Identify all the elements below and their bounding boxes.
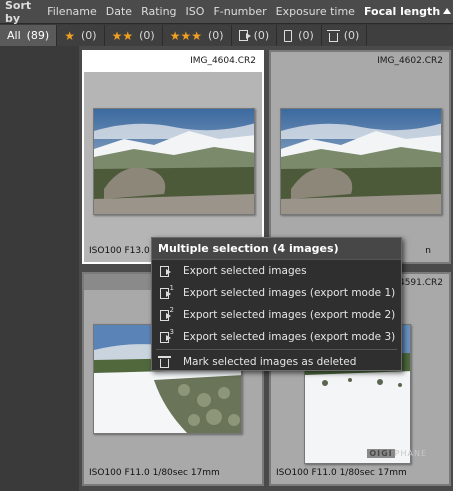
menu-item-label: Mark selected images as deleted <box>183 356 357 368</box>
thumbnail-filename: 4591.CR2 <box>398 278 443 288</box>
sort-ascending-icon <box>443 8 452 14</box>
filter-count: (0) <box>81 29 97 42</box>
thumbnail-card[interactable]: IMG_4602.CR2 n <box>269 50 451 264</box>
watermark-part-2: PHANE <box>394 449 427 458</box>
sort-option-focal-length[interactable]: Focal length <box>363 5 452 18</box>
thumbnail-meta: ISO100 F11.0 1/80sec 17mm <box>276 468 407 478</box>
menu-item-export-mode-1[interactable]: 1 Export selected images (export mode 1) <box>152 282 401 304</box>
filter-tab-1-star[interactable]: ★ (0) <box>57 25 105 46</box>
menu-item-mark-deleted[interactable]: Mark selected images as deleted <box>152 351 401 373</box>
sort-option-rating[interactable]: Rating <box>141 5 176 18</box>
thumbnail-meta: ISO100 F11.0 1/80sec 17mm <box>89 468 220 478</box>
thumbnail-image <box>93 108 255 215</box>
menu-item-export-mode-2[interactable]: 2 Export selected images (export mode 2) <box>152 304 401 326</box>
sort-by-label: Sort by <box>5 0 32 25</box>
context-menu: Multiple selection (4 images) Export sel… <box>151 237 402 371</box>
menu-item-label: Export selected images (export mode 1) <box>183 287 396 299</box>
sort-option-fnumber[interactable]: F-number <box>213 5 266 18</box>
filter-tab-all-label: All <box>7 29 21 42</box>
export-icon: 2 <box>160 306 174 321</box>
filter-tab-deleted[interactable]: (0) <box>322 25 368 46</box>
sort-option-filename[interactable]: Filename <box>47 5 97 18</box>
menu-item-label: Export selected images (export mode 2) <box>183 309 396 321</box>
watermark: OIGI PHANE <box>367 449 427 458</box>
context-menu-title: Multiple selection (4 images) <box>152 238 401 260</box>
trash-icon <box>158 356 171 368</box>
thumbnail-meta: ISO100 F13.0 <box>89 246 150 256</box>
export-mode-number: 1 <box>169 283 174 292</box>
star-icon: ★ <box>64 28 75 43</box>
filter-count: (0) <box>253 29 270 42</box>
thumbnail-card[interactable]: IMG_4604.CR2 ISO100 F13.0 <box>82 50 264 264</box>
filter-tab-2-star[interactable]: ★★ (0) <box>105 25 163 46</box>
menu-separator <box>156 349 397 350</box>
filter-count: (0) <box>298 29 314 42</box>
watermark-part-1: OIGI <box>367 449 395 458</box>
export-mode-number: 2 <box>169 305 174 314</box>
mountain-landscape-image <box>94 109 254 214</box>
export-icon <box>238 30 251 41</box>
menu-item-export-mode-3[interactable]: 3 Export selected images (export mode 3) <box>152 326 401 348</box>
menu-item-export[interactable]: Export selected images <box>152 260 401 282</box>
thumbnail-image <box>280 108 442 215</box>
filter-count: (0) <box>207 29 224 42</box>
filter-tab-all-count: (89) <box>26 29 50 42</box>
export-icon <box>160 265 171 277</box>
filter-tab-phone[interactable]: (0) <box>277 25 322 46</box>
filter-tab-all[interactable]: All (89) <box>0 25 58 46</box>
menu-item-label: Export selected images <box>183 265 307 277</box>
filter-count: (0) <box>343 29 360 42</box>
phone-icon <box>284 29 293 42</box>
thumbnail-meta: n <box>425 246 431 256</box>
filter-tab-3-star[interactable]: ★★★ (0) <box>163 25 232 46</box>
export-mode-number: 3 <box>169 327 174 336</box>
filter-bar: All (89) ★ (0) ★★ (0) ★★★ (0) (0) (0) (0… <box>0 25 453 46</box>
menu-item-label: Export selected images (export mode 3) <box>183 331 396 343</box>
filter-tab-export[interactable]: (0) <box>232 25 278 46</box>
thumbnail-filename: IMG_4602.CR2 <box>377 56 443 66</box>
filter-count: (0) <box>139 29 155 42</box>
sort-option-date[interactable]: Date <box>106 5 132 18</box>
sort-option-focal-length-label: Focal length <box>363 5 441 18</box>
mountain-landscape-image <box>281 109 441 214</box>
thumbnail-filename: IMG_4604.CR2 <box>190 56 256 66</box>
sort-bar: Sort by Filename Date Rating ISO F-numbe… <box>0 0 453 25</box>
trash-icon <box>326 29 340 42</box>
left-panel <box>0 46 79 491</box>
star-icon: ★★ <box>111 28 134 43</box>
sort-option-exposure[interactable]: Exposure time <box>276 5 355 18</box>
star-icon: ★★★ <box>169 28 202 43</box>
sort-option-iso[interactable]: ISO <box>186 5 205 18</box>
export-icon: 3 <box>160 328 174 343</box>
export-icon: 1 <box>160 284 174 299</box>
